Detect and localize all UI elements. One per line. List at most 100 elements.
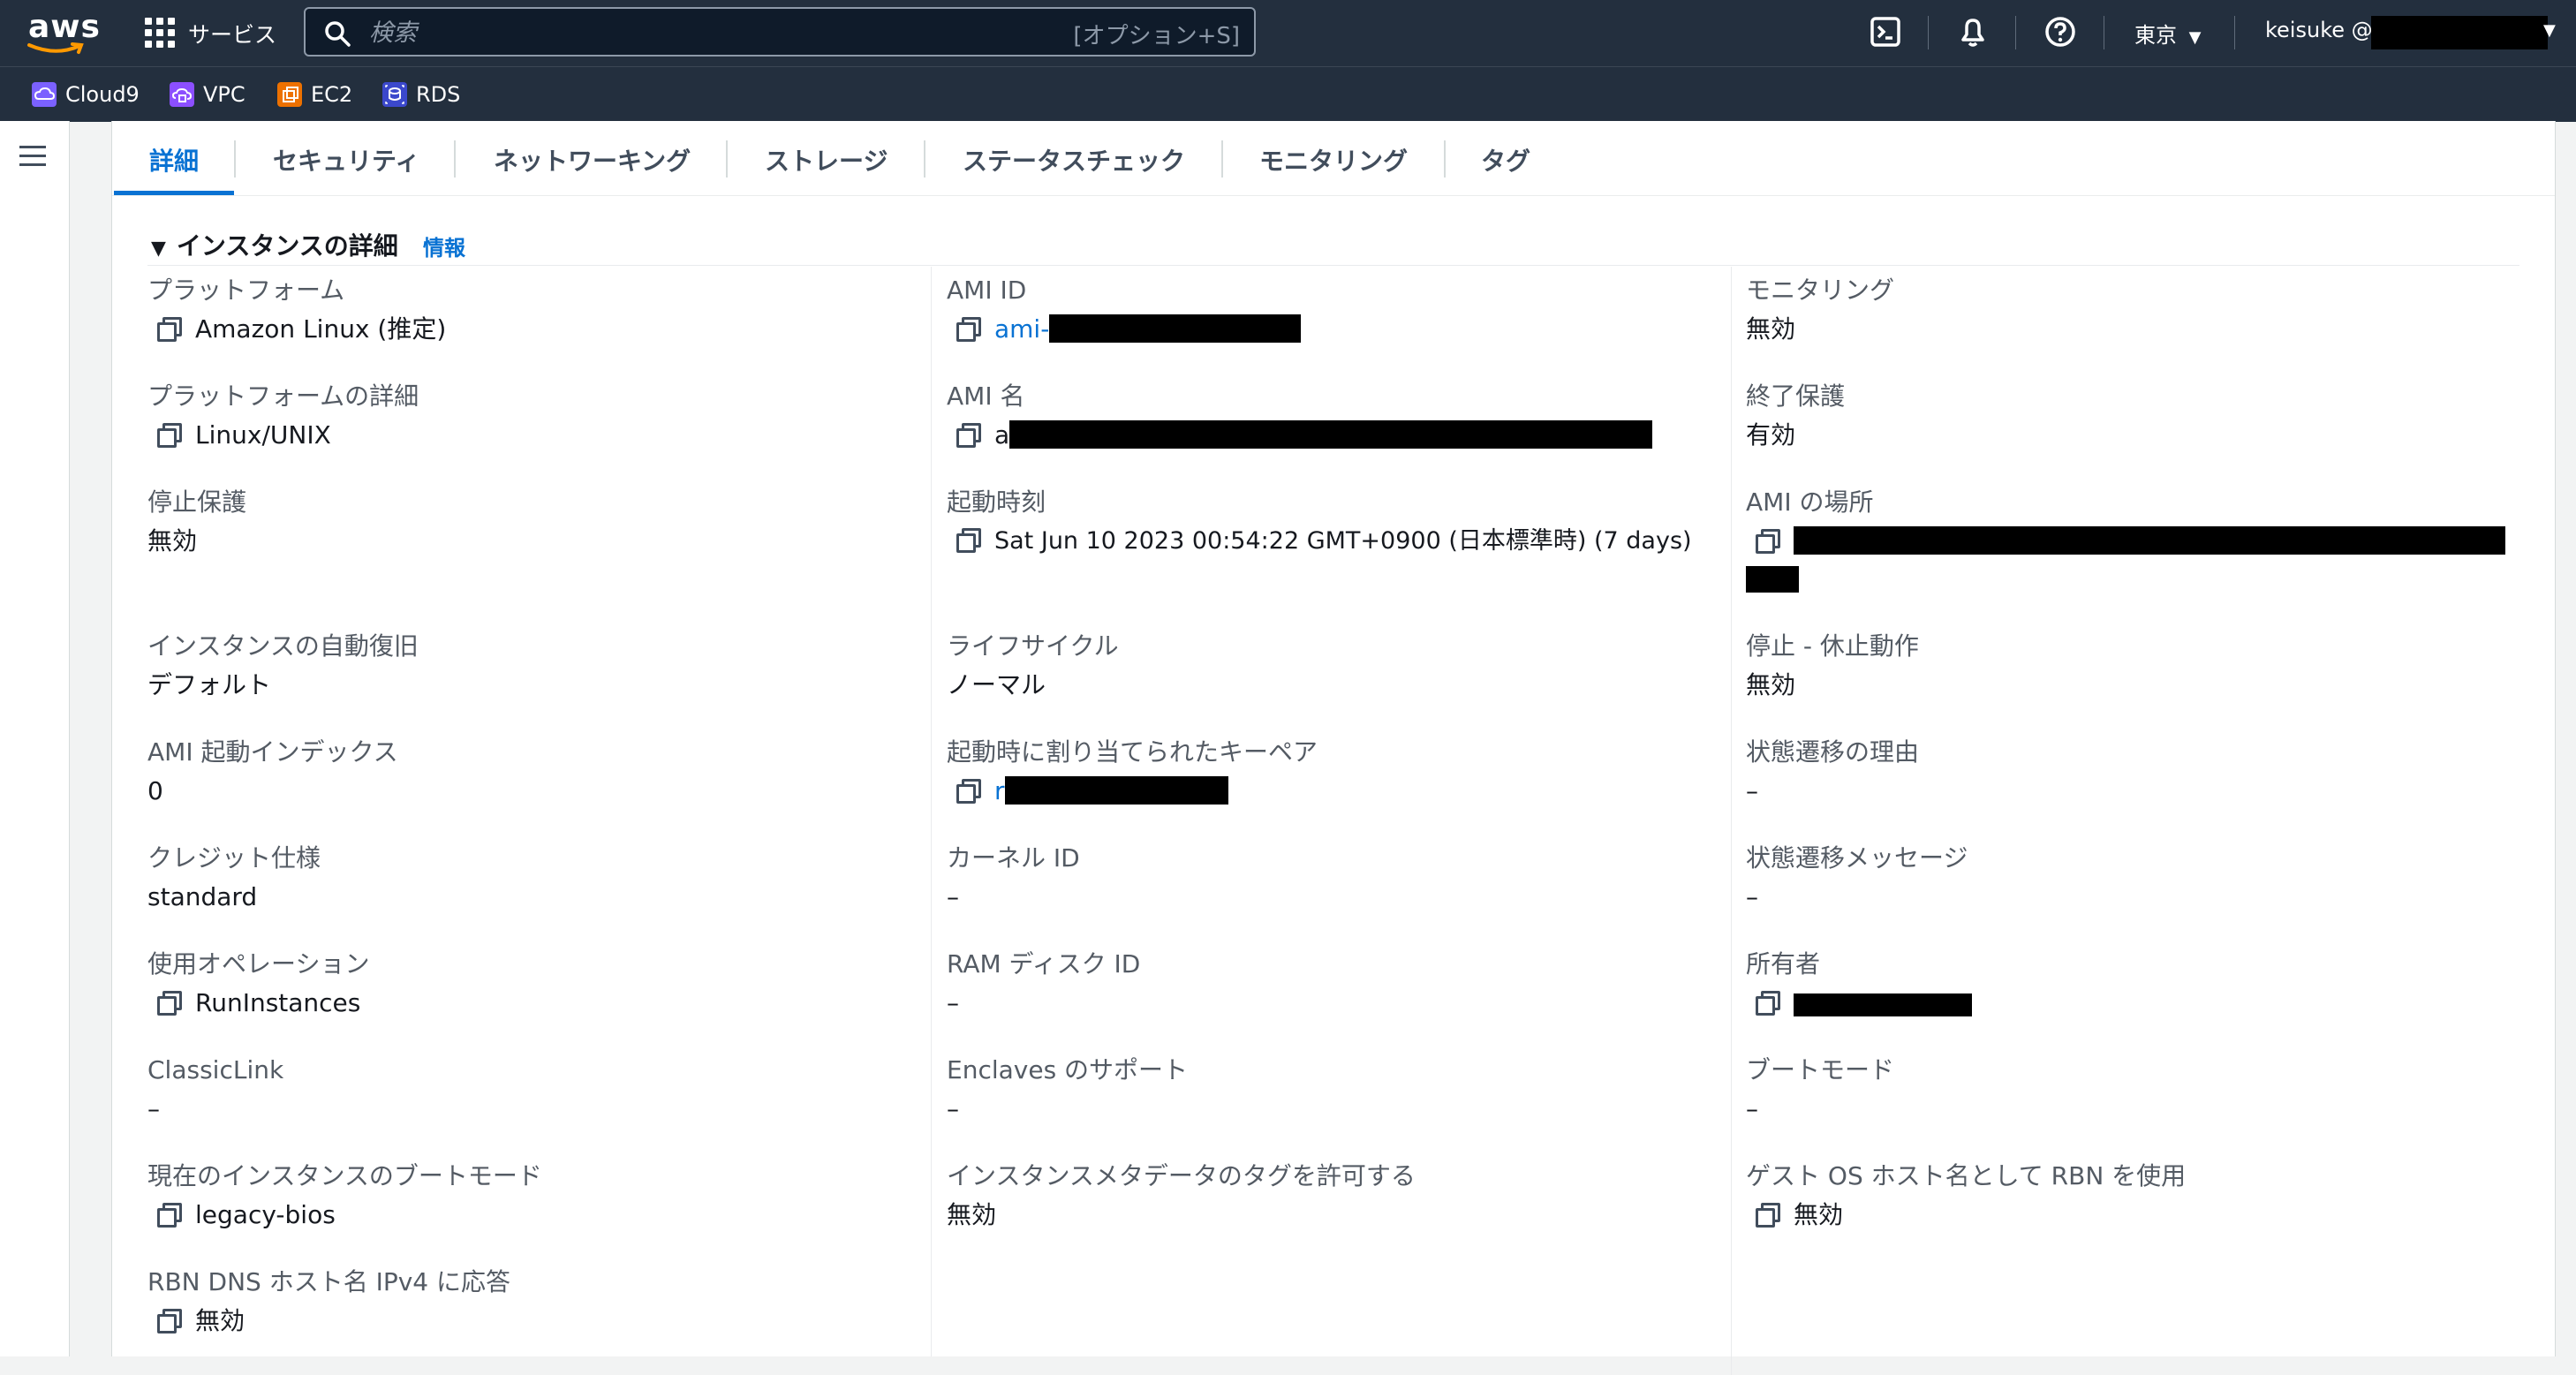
copy-icon[interactable]: [956, 778, 981, 804]
services-grid-icon[interactable]: [145, 18, 175, 48]
field-label: 使用オペレーション: [147, 949, 370, 978]
field-credit-spec: クレジット仕様 standard: [147, 842, 898, 913]
copy-icon[interactable]: [156, 422, 182, 448]
field-label: 起動時刻: [947, 487, 1046, 517]
field-label: カーネル ID: [947, 843, 1080, 873]
chevron-down-icon: ▼: [2188, 28, 2202, 47]
instance-details-panel: 詳細 セキュリティ ネットワーキング ストレージ ステータスチェック モニタリン…: [111, 121, 2556, 1375]
copy-icon[interactable]: [156, 1308, 182, 1333]
field-label: ゲスト OS ホスト名として RBN を使用: [1746, 1161, 2187, 1190]
field-monitoring: モニタリング 無効: [1746, 275, 2497, 345]
field-platform: プラットフォーム Amazon Linux (推定): [147, 275, 898, 345]
aws-logo-text: aws: [28, 9, 101, 45]
menu-hamburger-icon[interactable]: [19, 146, 46, 167]
help-icon[interactable]: [2043, 14, 2078, 49]
key-pair-link[interactable]: r: [994, 776, 1005, 805]
field-label: モニタリング: [1746, 276, 1895, 305]
field-label: AMI 起動インデックス: [147, 737, 398, 767]
search-box[interactable]: [オプション+S]: [304, 7, 1256, 57]
field-state-transition-message: 状態遷移メッセージ –: [1746, 842, 2497, 913]
tab-tags[interactable]: タグ: [1481, 142, 1530, 178]
side-navigation-rail: [0, 121, 70, 1356]
services-menu-button[interactable]: サービス: [188, 18, 276, 49]
tab-networking[interactable]: ネットワーキング: [494, 142, 691, 178]
search-shortcut-hint: [オプション+S]: [1073, 23, 1240, 49]
section-header[interactable]: ▼ インスタンスの詳細: [151, 227, 398, 262]
vpc-icon: [170, 82, 194, 107]
field-label: 起動時に割り当てられたキーペア: [947, 737, 1318, 767]
copy-icon[interactable]: [956, 316, 981, 342]
tab-details[interactable]: 詳細: [149, 142, 199, 178]
copy-icon[interactable]: [956, 527, 981, 553]
account-menu[interactable]: keisuke @: [2265, 18, 2373, 42]
favorite-ec2[interactable]: EC2: [277, 79, 352, 110]
field-owner: 所有者: [1746, 948, 2497, 1019]
copy-icon[interactable]: [1755, 1202, 1780, 1228]
field-label: 停止保護: [147, 487, 247, 517]
field-platform-details: プラットフォームの詳細 Linux/UNIX: [147, 381, 898, 451]
copy-icon[interactable]: [1755, 990, 1780, 1016]
active-tab-indicator: [114, 191, 234, 195]
field-value: デフォルト: [147, 670, 272, 699]
tab-monitoring[interactable]: モニタリング: [1259, 142, 1408, 178]
field-stop-hibernate: 停止 - 休止動作 無効: [1746, 631, 2497, 701]
redacted-value: [1009, 420, 1653, 449]
field-value: 無効: [947, 1200, 997, 1229]
field-value: RunInstances: [195, 988, 361, 1017]
field-key-pair: 起動時に割り当てられたキーペア r: [947, 737, 1697, 807]
info-link[interactable]: 情報: [423, 230, 465, 261]
field-ram-disk-id: RAM ディスク ID –: [947, 948, 1697, 1019]
redacted-value: [1746, 566, 1799, 593]
search-icon: [325, 21, 351, 47]
tab-security[interactable]: セキュリティ: [273, 142, 419, 178]
field-label: 所有者: [1746, 949, 1821, 978]
field-ami-location: AMI の場所: [1746, 487, 2505, 593]
copy-icon[interactable]: [156, 1202, 182, 1228]
field-label: クレジット仕様: [147, 843, 321, 873]
aws-logo[interactable]: aws: [26, 9, 100, 57]
cloudshell-icon[interactable]: [1868, 14, 1903, 49]
field-value: –: [1746, 882, 1758, 911]
field-value: legacy-bios: [195, 1200, 336, 1229]
field-value: 無効: [1746, 314, 1796, 344]
field-label: インスタンスの自動復旧: [147, 631, 419, 661]
field-value: Linux/UNIX: [195, 420, 331, 450]
favorite-vpc[interactable]: VPC: [170, 79, 246, 110]
field-kernel-id: カーネル ID –: [947, 842, 1697, 913]
field-rbn-guest-hostname: ゲスト OS ホスト名として RBN を使用 無効: [1746, 1160, 2497, 1231]
caret-down-icon: ▼: [151, 238, 166, 260]
region-label: 東京: [2134, 23, 2177, 48]
favorite-label: Cloud9: [65, 82, 140, 107]
search-input[interactable]: [367, 14, 1077, 51]
tab-storage[interactable]: ストレージ: [765, 142, 888, 178]
copy-icon[interactable]: [156, 990, 182, 1016]
account-chevron-down-icon[interactable]: ▼: [2543, 21, 2556, 40]
copy-icon[interactable]: [156, 316, 182, 342]
notifications-bell-icon[interactable]: [1955, 14, 1991, 49]
field-lifecycle: ライフサイクル ノーマル: [947, 631, 1697, 701]
field-ami-launch-index: AMI 起動インデックス 0: [147, 737, 898, 807]
field-value: 無効: [147, 526, 198, 555]
redacted-value: [1794, 993, 1972, 1016]
field-label: 現在のインスタンスのブートモード: [147, 1161, 542, 1190]
field-launch-time: 起動時刻 Sat Jun 10 2023 00:54:22 GMT+0900 (…: [947, 487, 1724, 557]
ami-id-link[interactable]: ami-: [994, 314, 1049, 344]
tab-status-checks[interactable]: ステータスチェック: [963, 142, 1185, 178]
field-label: ClassicLink: [147, 1055, 284, 1084]
field-value: Sat Jun 10 2023 00:54:22 GMT+0900 (日本標準時…: [994, 527, 1692, 555]
section-title: インスタンスの詳細: [176, 231, 398, 261]
field-label: 停止 - 休止動作: [1746, 631, 1919, 661]
redacted-value: [1049, 314, 1302, 343]
field-ami-name: AMI 名 a: [947, 381, 1697, 451]
copy-icon[interactable]: [1755, 528, 1780, 554]
field-value: 無効: [1746, 670, 1796, 699]
region-selector[interactable]: 東京 ▼: [2134, 18, 2201, 49]
account-user-label: keisuke @: [2265, 18, 2373, 42]
favorite-rds[interactable]: RDS: [382, 79, 460, 110]
favorite-label: VPC: [203, 82, 246, 107]
favorite-cloud9[interactable]: Cloud9: [32, 79, 140, 110]
field-value: a: [994, 420, 1010, 450]
field-rbn-dns-ipv4: RBN DNS ホスト名 IPv4 に応答 無効: [147, 1266, 898, 1337]
copy-icon[interactable]: [956, 422, 981, 448]
field-label: 状態遷移メッセージ: [1746, 843, 1968, 873]
